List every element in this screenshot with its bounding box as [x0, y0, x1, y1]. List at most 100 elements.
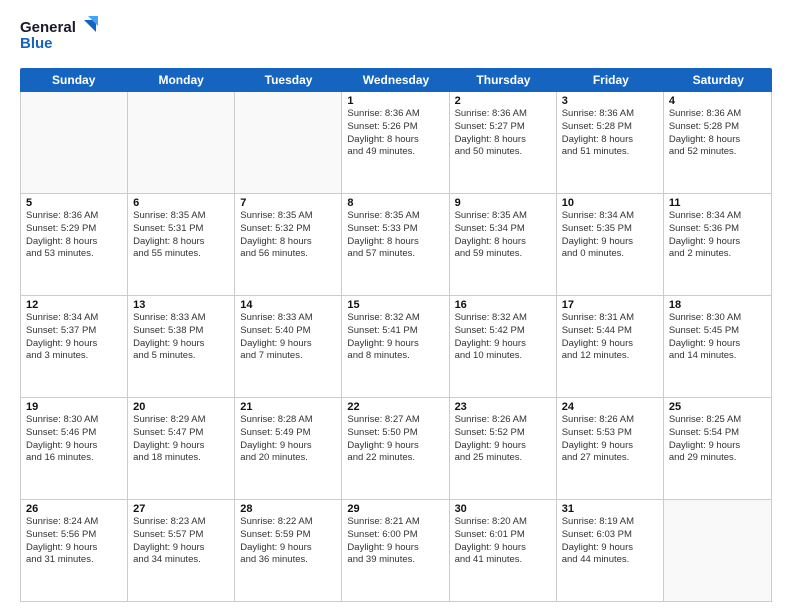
day-number: 10	[562, 197, 658, 209]
day-header-friday: Friday	[557, 68, 664, 92]
day-cell-8: 8Sunrise: 8:35 AM Sunset: 5:33 PM Daylig…	[342, 194, 449, 295]
day-info: Sunrise: 8:34 AM Sunset: 5:35 PM Dayligh…	[562, 210, 658, 261]
day-cell-10: 10Sunrise: 8:34 AM Sunset: 5:35 PM Dayli…	[557, 194, 664, 295]
day-info: Sunrise: 8:36 AM Sunset: 5:29 PM Dayligh…	[26, 210, 122, 261]
day-number: 19	[26, 401, 122, 413]
day-cell-2: 2Sunrise: 8:36 AM Sunset: 5:27 PM Daylig…	[450, 92, 557, 193]
day-cell-24: 24Sunrise: 8:26 AM Sunset: 5:53 PM Dayli…	[557, 398, 664, 499]
calendar-row-1: 1Sunrise: 8:36 AM Sunset: 5:26 PM Daylig…	[21, 92, 771, 194]
calendar-body: 1Sunrise: 8:36 AM Sunset: 5:26 PM Daylig…	[20, 92, 772, 602]
empty-cell	[21, 92, 128, 193]
day-number: 1	[347, 95, 443, 107]
day-cell-3: 3Sunrise: 8:36 AM Sunset: 5:28 PM Daylig…	[557, 92, 664, 193]
day-number: 23	[455, 401, 551, 413]
day-number: 27	[133, 503, 229, 515]
day-info: Sunrise: 8:34 AM Sunset: 5:36 PM Dayligh…	[669, 210, 766, 261]
day-number: 4	[669, 95, 766, 107]
day-cell-27: 27Sunrise: 8:23 AM Sunset: 5:57 PM Dayli…	[128, 500, 235, 601]
day-info: Sunrise: 8:35 AM Sunset: 5:32 PM Dayligh…	[240, 210, 336, 261]
day-info: Sunrise: 8:26 AM Sunset: 5:52 PM Dayligh…	[455, 414, 551, 465]
day-info: Sunrise: 8:30 AM Sunset: 5:46 PM Dayligh…	[26, 414, 122, 465]
day-number: 25	[669, 401, 766, 413]
day-info: Sunrise: 8:36 AM Sunset: 5:27 PM Dayligh…	[455, 108, 551, 159]
day-info: Sunrise: 8:24 AM Sunset: 5:56 PM Dayligh…	[26, 516, 122, 567]
svg-text:General: General	[20, 19, 76, 36]
day-number: 5	[26, 197, 122, 209]
day-number: 20	[133, 401, 229, 413]
day-info: Sunrise: 8:30 AM Sunset: 5:45 PM Dayligh…	[669, 312, 766, 363]
day-number: 2	[455, 95, 551, 107]
day-info: Sunrise: 8:36 AM Sunset: 5:26 PM Dayligh…	[347, 108, 443, 159]
day-info: Sunrise: 8:31 AM Sunset: 5:44 PM Dayligh…	[562, 312, 658, 363]
day-number: 3	[562, 95, 658, 107]
day-header-wednesday: Wednesday	[342, 68, 449, 92]
day-info: Sunrise: 8:32 AM Sunset: 5:42 PM Dayligh…	[455, 312, 551, 363]
day-cell-19: 19Sunrise: 8:30 AM Sunset: 5:46 PM Dayli…	[21, 398, 128, 499]
day-number: 13	[133, 299, 229, 311]
day-cell-26: 26Sunrise: 8:24 AM Sunset: 5:56 PM Dayli…	[21, 500, 128, 601]
day-number: 6	[133, 197, 229, 209]
day-cell-15: 15Sunrise: 8:32 AM Sunset: 5:41 PM Dayli…	[342, 296, 449, 397]
day-cell-4: 4Sunrise: 8:36 AM Sunset: 5:28 PM Daylig…	[664, 92, 771, 193]
day-cell-22: 22Sunrise: 8:27 AM Sunset: 5:50 PM Dayli…	[342, 398, 449, 499]
day-number: 16	[455, 299, 551, 311]
day-header-tuesday: Tuesday	[235, 68, 342, 92]
day-info: Sunrise: 8:27 AM Sunset: 5:50 PM Dayligh…	[347, 414, 443, 465]
day-number: 15	[347, 299, 443, 311]
day-number: 14	[240, 299, 336, 311]
day-info: Sunrise: 8:23 AM Sunset: 5:57 PM Dayligh…	[133, 516, 229, 567]
svg-text:Blue: Blue	[20, 35, 53, 52]
calendar-row-4: 19Sunrise: 8:30 AM Sunset: 5:46 PM Dayli…	[21, 398, 771, 500]
day-cell-1: 1Sunrise: 8:36 AM Sunset: 5:26 PM Daylig…	[342, 92, 449, 193]
calendar-row-5: 26Sunrise: 8:24 AM Sunset: 5:56 PM Dayli…	[21, 500, 771, 601]
day-info: Sunrise: 8:35 AM Sunset: 5:33 PM Dayligh…	[347, 210, 443, 261]
day-number: 9	[455, 197, 551, 209]
day-number: 11	[669, 197, 766, 209]
calendar: SundayMondayTuesdayWednesdayThursdayFrid…	[20, 68, 772, 602]
day-info: Sunrise: 8:32 AM Sunset: 5:41 PM Dayligh…	[347, 312, 443, 363]
day-number: 24	[562, 401, 658, 413]
day-header-saturday: Saturday	[665, 68, 772, 92]
day-info: Sunrise: 8:33 AM Sunset: 5:40 PM Dayligh…	[240, 312, 336, 363]
day-cell-5: 5Sunrise: 8:36 AM Sunset: 5:29 PM Daylig…	[21, 194, 128, 295]
day-number: 21	[240, 401, 336, 413]
day-cell-17: 17Sunrise: 8:31 AM Sunset: 5:44 PM Dayli…	[557, 296, 664, 397]
day-info: Sunrise: 8:22 AM Sunset: 5:59 PM Dayligh…	[240, 516, 336, 567]
day-cell-31: 31Sunrise: 8:19 AM Sunset: 6:03 PM Dayli…	[557, 500, 664, 601]
day-cell-30: 30Sunrise: 8:20 AM Sunset: 6:01 PM Dayli…	[450, 500, 557, 601]
day-info: Sunrise: 8:35 AM Sunset: 5:31 PM Dayligh…	[133, 210, 229, 261]
day-cell-28: 28Sunrise: 8:22 AM Sunset: 5:59 PM Dayli…	[235, 500, 342, 601]
calendar-row-2: 5Sunrise: 8:36 AM Sunset: 5:29 PM Daylig…	[21, 194, 771, 296]
day-cell-13: 13Sunrise: 8:33 AM Sunset: 5:38 PM Dayli…	[128, 296, 235, 397]
day-number: 8	[347, 197, 443, 209]
day-cell-7: 7Sunrise: 8:35 AM Sunset: 5:32 PM Daylig…	[235, 194, 342, 295]
day-cell-29: 29Sunrise: 8:21 AM Sunset: 6:00 PM Dayli…	[342, 500, 449, 601]
day-cell-21: 21Sunrise: 8:28 AM Sunset: 5:49 PM Dayli…	[235, 398, 342, 499]
day-header-sunday: Sunday	[20, 68, 127, 92]
calendar-header: SundayMondayTuesdayWednesdayThursdayFrid…	[20, 68, 772, 92]
day-cell-25: 25Sunrise: 8:25 AM Sunset: 5:54 PM Dayli…	[664, 398, 771, 499]
empty-cell	[235, 92, 342, 193]
page: General Blue SundayMondayTuesdayWednesda…	[0, 0, 792, 612]
day-info: Sunrise: 8:33 AM Sunset: 5:38 PM Dayligh…	[133, 312, 229, 363]
calendar-row-3: 12Sunrise: 8:34 AM Sunset: 5:37 PM Dayli…	[21, 296, 771, 398]
day-number: 28	[240, 503, 336, 515]
day-number: 18	[669, 299, 766, 311]
day-number: 12	[26, 299, 122, 311]
day-number: 22	[347, 401, 443, 413]
day-cell-20: 20Sunrise: 8:29 AM Sunset: 5:47 PM Dayli…	[128, 398, 235, 499]
day-cell-18: 18Sunrise: 8:30 AM Sunset: 5:45 PM Dayli…	[664, 296, 771, 397]
day-header-monday: Monday	[127, 68, 234, 92]
day-number: 7	[240, 197, 336, 209]
logo: General Blue	[20, 16, 100, 60]
day-info: Sunrise: 8:19 AM Sunset: 6:03 PM Dayligh…	[562, 516, 658, 567]
empty-cell	[128, 92, 235, 193]
day-cell-23: 23Sunrise: 8:26 AM Sunset: 5:52 PM Dayli…	[450, 398, 557, 499]
day-info: Sunrise: 8:29 AM Sunset: 5:47 PM Dayligh…	[133, 414, 229, 465]
day-number: 30	[455, 503, 551, 515]
day-cell-16: 16Sunrise: 8:32 AM Sunset: 5:42 PM Dayli…	[450, 296, 557, 397]
day-info: Sunrise: 8:35 AM Sunset: 5:34 PM Dayligh…	[455, 210, 551, 261]
day-info: Sunrise: 8:21 AM Sunset: 6:00 PM Dayligh…	[347, 516, 443, 567]
day-number: 26	[26, 503, 122, 515]
day-number: 29	[347, 503, 443, 515]
